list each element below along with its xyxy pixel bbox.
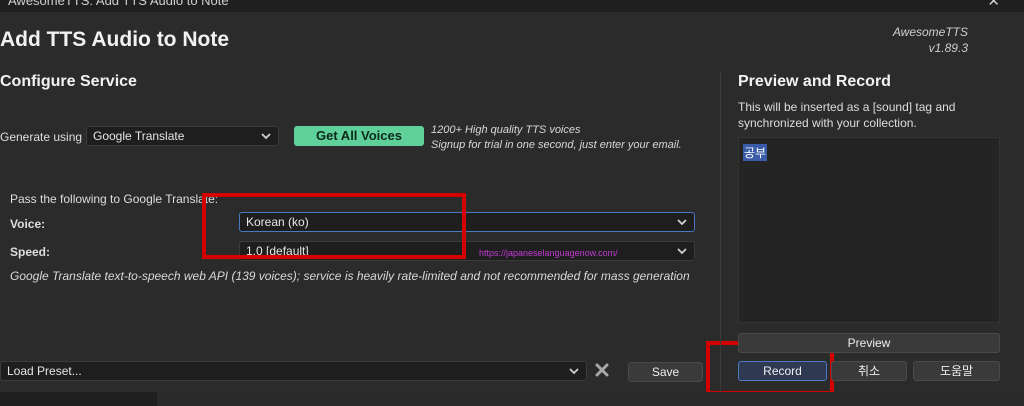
chevron-down-icon [677, 219, 687, 226]
pass-following-label: Pass the following to Google Translate: [10, 192, 219, 206]
save-preset-button[interactable]: Save [628, 362, 703, 382]
preview-text-area[interactable]: 공부 [738, 137, 1000, 323]
preview-button[interactable]: Preview [738, 333, 1000, 353]
voice-label: Voice: [10, 217, 46, 231]
cancel-button[interactable]: 취소 [831, 361, 907, 381]
watermark-url: https://japaneselanguagenow.com/ [479, 248, 618, 258]
window-title: AwesomeTTS: Add TTS Audio to Note [8, 0, 229, 8]
window-titlebar: AwesomeTTS: Add TTS Audio to Note ✕ [0, 0, 1024, 12]
service-select-value: Google Translate [93, 129, 185, 143]
chevron-down-icon [677, 248, 687, 255]
panel-divider [720, 72, 721, 392]
service-description: Google Translate text-to-speech web API … [10, 269, 690, 283]
chevron-down-icon [261, 133, 271, 140]
dialog-title: Add TTS Audio to Note [0, 28, 230, 51]
generate-using-label: Generate using [0, 130, 83, 144]
service-select[interactable]: Google Translate [86, 126, 279, 146]
preview-info-text: This will be inserted as a [sound] tag a… [738, 100, 956, 130]
get-all-voices-button[interactable]: Get All Voices [294, 126, 424, 146]
brand: AwesomeTTS v1.89.3 [893, 24, 968, 56]
clear-preset-icon[interactable] [594, 362, 610, 378]
speed-label: Speed: [10, 245, 51, 259]
background-strip [0, 392, 1024, 406]
promo-line-1: 1200+ High quality TTS voices [431, 124, 581, 136]
chevron-down-icon [569, 368, 579, 375]
annotation-highlight-box [202, 193, 466, 259]
brand-version: v1.89.3 [928, 41, 968, 55]
promo-line-2: Signup for trial in one second, just ent… [431, 139, 682, 151]
load-preset-value: Load Preset... [7, 364, 82, 378]
preview-record-heading: Preview and Record [738, 73, 891, 90]
configure-service-heading: Configure Service [0, 73, 137, 90]
window-close-button[interactable]: ✕ [987, 0, 1000, 10]
record-button[interactable]: Record [738, 361, 827, 381]
help-button[interactable]: 도움말 [913, 361, 1000, 381]
load-preset-select[interactable]: Load Preset... [0, 361, 587, 381]
brand-name: AwesomeTTS [892, 25, 968, 39]
preview-text-selection: 공부 [743, 144, 768, 161]
